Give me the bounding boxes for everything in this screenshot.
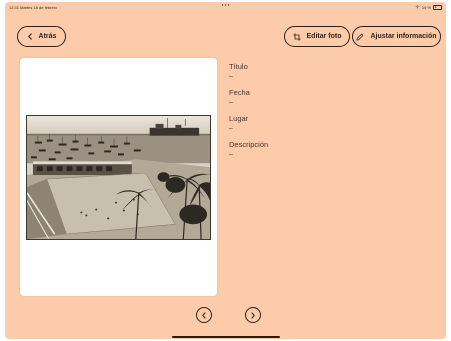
multitasking-dots-icon[interactable] — [221, 4, 230, 6]
place-value: – — [229, 125, 233, 132]
status-bar: 12:31 Martes 18 de febrero 19 % — [5, 2, 446, 12]
back-label: Atrás — [38, 33, 57, 40]
chevron-right-icon — [251, 311, 255, 319]
description-value: – — [229, 151, 233, 158]
battery-icon — [433, 4, 442, 11]
description-label: Descripción — [229, 140, 269, 149]
date-label: Fecha — [229, 88, 250, 97]
crop-icon — [292, 32, 301, 41]
status-indicators: 19 % — [415, 4, 442, 11]
back-button[interactable]: Atrás — [17, 26, 66, 47]
adjust-info-label: Ajustar información — [370, 33, 437, 40]
date-field: Fecha – — [229, 88, 429, 107]
title-field: Título – — [229, 62, 429, 81]
photo-card — [20, 58, 217, 296]
wifi-icon — [415, 5, 420, 9]
place-field: Lugar – — [229, 114, 429, 133]
title-value: – — [229, 73, 233, 80]
next-photo-button[interactable] — [245, 307, 261, 323]
pencil-icon — [356, 33, 364, 41]
chevron-left-icon — [202, 311, 206, 319]
home-indicator[interactable] — [172, 336, 280, 338]
harbor-photo[interactable] — [26, 115, 211, 240]
harbor-photo-image — [27, 116, 210, 239]
status-time: 12:31 Martes 18 de febrero — [9, 5, 58, 10]
date-value: – — [229, 99, 233, 106]
chevron-left-icon — [27, 33, 32, 40]
edit-photo-button[interactable]: Editar foto — [284, 26, 350, 47]
edit-photo-label: Editar foto — [306, 33, 342, 40]
battery-percent: 19 % — [421, 4, 431, 10]
place-label: Lugar — [229, 114, 249, 123]
previous-photo-button[interactable] — [196, 307, 212, 323]
title-label: Título — [229, 62, 248, 71]
info-panel: Título – Fecha – Lugar – Descripción – — [229, 62, 429, 166]
adjust-info-button[interactable]: Ajustar información — [352, 26, 441, 47]
photo-detail-screen: 12:31 Martes 18 de febrero 19 % Atrás Ed… — [5, 2, 446, 339]
description-field: Descripción – — [229, 140, 429, 159]
